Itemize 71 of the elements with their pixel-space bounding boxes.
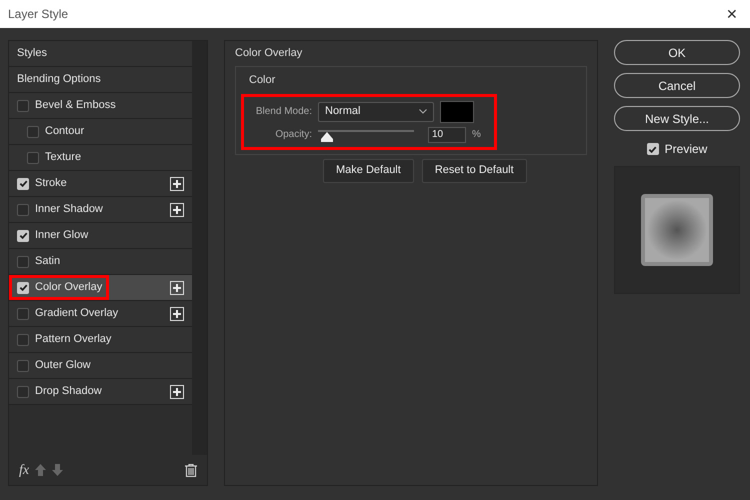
style-item[interactable]: Bevel & Emboss	[9, 93, 192, 119]
item-label: Inner Shadow	[35, 202, 103, 218]
item-label: Blending Options	[17, 72, 101, 88]
item-label: Bevel & Emboss	[35, 98, 116, 114]
item-label: Texture	[45, 150, 82, 166]
checkbox[interactable]	[27, 152, 39, 164]
style-item[interactable]: Inner Shadow	[9, 197, 192, 223]
scrollbar[interactable]	[192, 41, 207, 455]
add-icon[interactable]	[170, 202, 184, 216]
checkbox[interactable]	[27, 126, 39, 138]
add-icon[interactable]	[170, 280, 184, 294]
color-swatch[interactable]	[440, 100, 474, 122]
checkbox[interactable]	[17, 230, 29, 242]
item-label: Inner Glow	[35, 228, 88, 244]
style-item[interactable]: Blending Options	[9, 67, 192, 93]
checkbox[interactable]	[17, 308, 29, 320]
item-label: Gradient Overlay	[35, 306, 118, 322]
style-item[interactable]: Satin	[9, 249, 192, 275]
item-label: Color Overlay	[35, 280, 102, 296]
style-item[interactable]: Pattern Overlay	[9, 327, 192, 353]
trash-icon[interactable]	[185, 464, 197, 476]
fx-label[interactable]: fx	[19, 460, 30, 480]
field-label: Opacity:	[274, 128, 312, 142]
dialog-button[interactable]: Cancel	[614, 73, 740, 98]
checkbox[interactable]	[17, 178, 29, 190]
checkbox[interactable]	[17, 100, 29, 112]
checkbox[interactable]	[17, 386, 29, 398]
item-label: Styles	[17, 46, 47, 62]
checkbox[interactable]	[646, 143, 659, 155]
group-title: Color	[249, 74, 276, 86]
close-button[interactable]: ✕	[726, 4, 742, 24]
style-item[interactable]: Contour	[9, 119, 192, 145]
window-title: Layer Style	[8, 6, 68, 23]
style-item[interactable]: Styles	[9, 41, 192, 67]
style-item[interactable]: Outer Glow	[9, 353, 192, 379]
checkbox[interactable]	[17, 204, 29, 216]
default-button[interactable]: Reset to Default	[422, 158, 527, 182]
blend-mode-dropdown[interactable]: Normal	[318, 102, 434, 122]
dialog-button[interactable]: New Style...	[614, 106, 740, 131]
add-icon[interactable]	[170, 176, 184, 190]
caret-icon	[419, 109, 427, 114]
checkbox[interactable]	[17, 360, 29, 372]
item-label: Outer Glow	[35, 358, 91, 374]
opacity-input[interactable]: 10	[428, 126, 466, 142]
style-item[interactable]: Inner Glow	[9, 223, 192, 249]
dialog-button[interactable]: OK	[614, 40, 740, 65]
up-arrow-icon[interactable]	[35, 464, 46, 476]
item-label: Pattern Overlay	[35, 332, 112, 348]
checkbox[interactable]	[17, 334, 29, 346]
item-label: Contour	[45, 124, 84, 140]
style-item[interactable]: Gradient Overlay	[9, 301, 192, 327]
section-title: Color Overlay	[235, 46, 304, 61]
add-icon[interactable]	[170, 306, 184, 320]
checkbox[interactable]	[17, 282, 29, 294]
item-label: Stroke	[35, 176, 67, 192]
item-label: Satin	[35, 254, 60, 270]
field-label: Blend Mode:	[254, 105, 312, 119]
style-item[interactable]: Texture	[9, 145, 192, 171]
preview-thumbnail	[641, 194, 713, 266]
preview-label: Preview	[664, 141, 708, 158]
add-icon[interactable]	[170, 384, 184, 398]
style-item[interactable]: Color Overlay	[9, 275, 192, 301]
checkbox[interactable]	[17, 256, 29, 268]
style-item[interactable]: Stroke	[9, 171, 192, 197]
down-arrow-icon[interactable]	[52, 464, 64, 476]
slider-thumb[interactable]	[320, 132, 333, 142]
percent-unit: %	[472, 128, 481, 142]
item-label: Drop Shadow	[35, 384, 102, 400]
opacity-slider[interactable]	[318, 128, 414, 142]
default-button[interactable]: Make Default	[323, 158, 414, 182]
style-item[interactable]: Drop Shadow	[9, 379, 192, 405]
